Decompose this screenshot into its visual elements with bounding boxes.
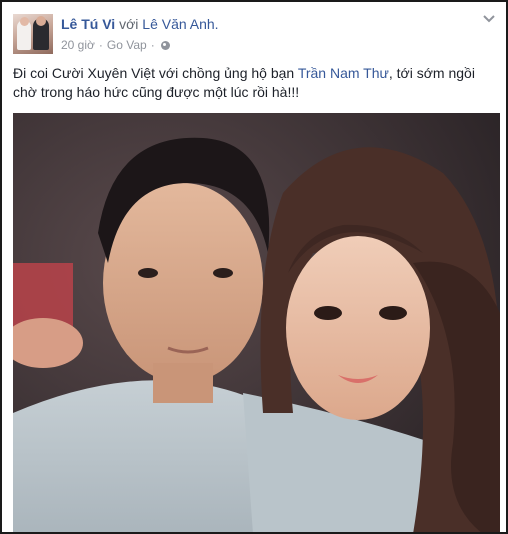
post-meta: 20 giờ · Go Vap ·: [61, 38, 170, 52]
mention-link[interactable]: Trần Nam Thư: [298, 65, 389, 81]
with-text: với: [119, 16, 139, 32]
meta-separator: ·: [98, 38, 103, 52]
tagged-person-link[interactable]: Lê Văn Anh.: [142, 16, 218, 32]
chevron-down-icon[interactable]: [482, 14, 496, 24]
meta-separator-2: ·: [150, 38, 155, 52]
author-name-link[interactable]: Lê Tú Vi: [61, 16, 115, 32]
post-photo[interactable]: [13, 113, 500, 532]
post-message: Đi coi Cười Xuyên Việt với chồng ủng hộ …: [13, 64, 499, 102]
post-header: Lê Tú Vi với Lê Văn Anh.: [61, 16, 219, 32]
selfie-photo-illustration: [13, 113, 500, 532]
post-text-part1: Đi coi Cười Xuyên Việt với chồng ủng hộ …: [13, 65, 298, 81]
post-timestamp[interactable]: 20 giờ: [61, 38, 95, 52]
globe-icon[interactable]: [160, 40, 170, 50]
post-location-link[interactable]: Go Vap: [107, 38, 147, 52]
facebook-post: Lê Tú Vi với Lê Văn Anh. 20 giờ · Go Vap…: [0, 0, 508, 534]
author-avatar[interactable]: [13, 14, 53, 54]
avatar-head-groom: [36, 16, 46, 26]
avatar-head-bride: [20, 17, 29, 26]
